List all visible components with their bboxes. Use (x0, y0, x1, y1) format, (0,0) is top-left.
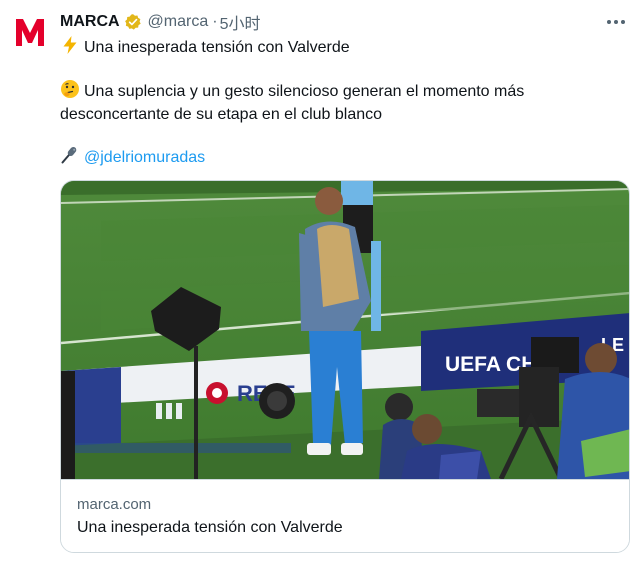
tweet-body-2: desconcertante de su etapa en el club bl… (60, 106, 383, 123)
tweet-text-line-3: @jdelriomuradas (60, 145, 624, 169)
verified-badge-icon (124, 14, 141, 30)
tweet-header: MARCA @marca · 5小时 (60, 11, 620, 33)
card-image: UEFA CH LE REFE (61, 181, 629, 479)
tweet-text-line-1: Una inesperada tensión con Valverde (60, 35, 624, 59)
card-domain: marca.com (77, 496, 152, 513)
avatar[interactable] (12, 14, 48, 50)
tweet-text-line-2: Una suplencia y un gesto silencioso gene… (60, 79, 624, 126)
author-handle[interactable]: @marca (148, 13, 209, 31)
thinking-face-icon (61, 80, 79, 98)
tweet-time[interactable]: 5小时 (220, 10, 261, 34)
microphone-icon (61, 146, 77, 164)
mention-link[interactable]: @jdelriomuradas (84, 149, 205, 166)
tweet-body-1: Una suplencia y un gesto silencioso gene… (84, 83, 525, 100)
card-footer: marca.com Una inesperada tensión con Val… (61, 479, 629, 552)
tweet-headline: Una inesperada tensión con Valverde (84, 39, 350, 56)
more-options-button[interactable] (602, 8, 630, 36)
more-dots-icon (607, 20, 625, 24)
card-title[interactable]: Una inesperada tensión con Valverde (77, 519, 343, 537)
lightning-icon (63, 36, 77, 54)
marca-logo-icon (16, 19, 44, 46)
separator-dot: · (212, 13, 218, 30)
link-card[interactable]: UEFA CH LE REFE (60, 180, 630, 553)
author-name[interactable]: MARCA (60, 13, 120, 31)
